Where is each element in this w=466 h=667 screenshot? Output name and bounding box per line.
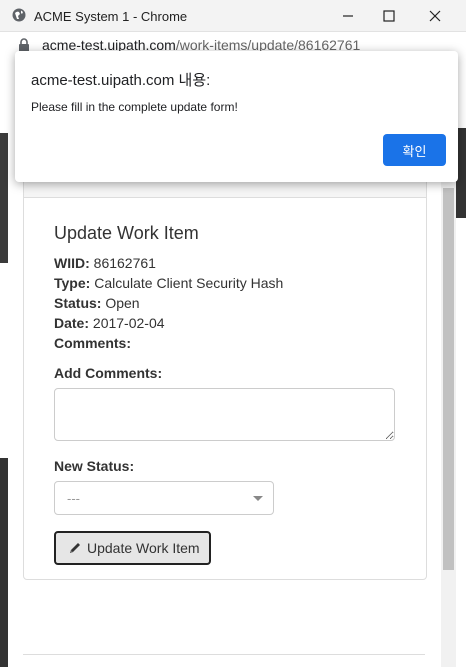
pencil-icon	[70, 543, 80, 553]
status-label: Status:	[54, 295, 102, 311]
wiid-value: 86162761	[93, 255, 156, 271]
date-label: Date:	[54, 315, 90, 331]
date-value: 2017-02-04	[92, 315, 165, 331]
maximize-button[interactable]	[366, 0, 412, 32]
dialog-title: acme-test.uipath.com 내용:	[31, 72, 211, 89]
close-icon	[429, 10, 441, 22]
type-row: Type: Calculate Client Security Hash	[54, 275, 283, 291]
close-window-button[interactable]	[412, 0, 458, 32]
update-button-label: Update Work Item	[87, 540, 200, 556]
dialog-ok-button[interactable]: 확인	[383, 134, 446, 166]
wiid-label: WIID:	[54, 255, 90, 271]
maximize-icon	[383, 10, 395, 22]
status-row: Status: Open	[54, 295, 140, 311]
new-status-select[interactable]: ---	[54, 481, 274, 515]
form-title: Update Work Item	[54, 223, 199, 243]
type-value: Calculate Client Security Hash	[94, 275, 284, 291]
footer-divider	[23, 654, 425, 655]
page-scrollbar-thumb[interactable]	[443, 188, 454, 570]
left-dark-block-bottom	[0, 458, 8, 667]
status-value: Open	[105, 295, 140, 311]
left-edge	[0, 58, 8, 667]
minimize-icon	[343, 15, 353, 17]
window-title: ACME System 1 - Chrome	[34, 9, 188, 24]
new-status-label: New Status:	[54, 458, 135, 474]
update-work-item-button[interactable]: Update Work Item	[54, 531, 211, 565]
comments-label: Comments:	[54, 335, 132, 351]
alert-dialog: acme-test.uipath.com 내용: Please fill in …	[15, 51, 458, 182]
add-comments-label: Add Comments:	[54, 365, 163, 381]
new-status-selected: ---	[67, 491, 80, 506]
date-row: Date: 2017-02-04	[54, 315, 165, 331]
comments-row: Comments:	[54, 335, 131, 351]
lock-icon	[19, 38, 29, 52]
wiid-row: WIID: 86162761	[54, 255, 156, 271]
left-dark-block	[0, 133, 8, 263]
chevron-down-icon	[253, 496, 263, 501]
dialog-message: Please fill in the complete update form!	[31, 100, 238, 114]
add-comments-textarea[interactable]	[54, 388, 395, 441]
minimize-button[interactable]	[325, 0, 371, 32]
window-titlebar: ACME System 1 - Chrome	[0, 0, 466, 32]
type-label: Type:	[54, 275, 91, 291]
work-item-panel: Update Work Item WIID: 86162761 Type: Ca…	[23, 158, 427, 580]
globe-icon	[12, 8, 26, 22]
